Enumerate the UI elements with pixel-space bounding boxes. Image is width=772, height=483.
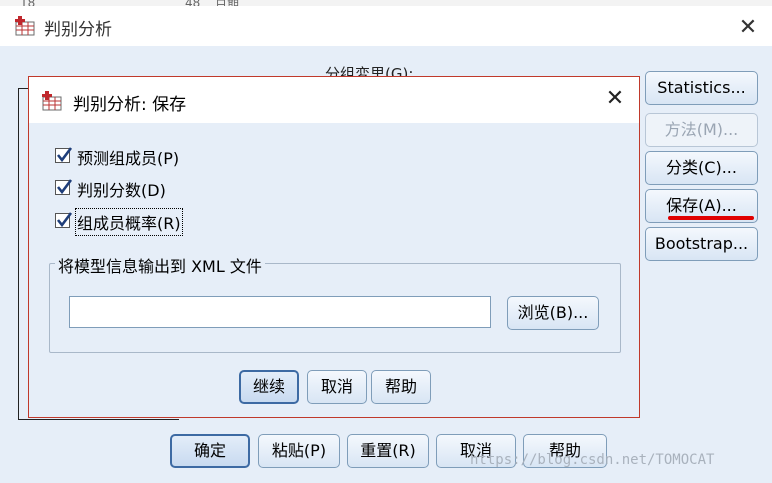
checkbox-label: 组成员概率(R) — [75, 208, 183, 236]
main-titlebar: 判别分析 ✕ — [0, 6, 772, 46]
save-dialog-title: 判别分析: 保存 — [73, 95, 187, 115]
save-dialog-titlebar: 判别分析: 保存 ✕ — [29, 77, 639, 123]
checkbox-checked-icon[interactable] — [55, 147, 73, 163]
checkbox-checked-icon[interactable] — [55, 212, 73, 228]
browse-button[interactable]: 浏览(B)... — [507, 296, 599, 330]
classify-button[interactable]: 分类(C)... — [645, 151, 758, 185]
watermark-text: https://blog.csdn.net/TOMOCAT — [470, 452, 715, 468]
bootstrap-button[interactable]: Bootstrap... — [645, 227, 758, 261]
xml-file-path-input[interactable] — [69, 296, 491, 328]
checkbox-label: 预测组成员(P) — [77, 149, 180, 168]
paste-button[interactable]: 粘贴(P) — [258, 434, 340, 468]
xml-export-group-label: 将模型信息输出到 XML 文件 — [55, 253, 265, 277]
dialog-cancel-button[interactable]: 取消 — [307, 370, 367, 404]
spss-app-icon — [15, 16, 35, 36]
dialog-close-icon[interactable]: ✕ — [603, 87, 627, 111]
main-close-icon[interactable]: ✕ — [736, 16, 760, 40]
save-dialog: 判别分析: 保存 ✕ 预测组成员(P) 判别分数(D) 组成员概率(R) 将模型… — [28, 76, 640, 418]
statistics-button[interactable]: Statistics... — [645, 71, 758, 105]
method-button[interactable]: 方法(M)... — [645, 113, 758, 147]
reset-button[interactable]: 重置(R) — [347, 434, 429, 468]
ok-button[interactable]: 确定 — [170, 434, 250, 468]
red-annotation-underline — [668, 216, 754, 220]
checkbox-label: 判别分数(D) — [77, 181, 166, 200]
dialog-help-button[interactable]: 帮助 — [371, 370, 431, 404]
main-window-title: 判别分析 — [44, 20, 112, 40]
checkbox-checked-icon[interactable] — [55, 179, 73, 195]
spss-app-icon — [42, 91, 62, 111]
continue-button[interactable]: 继续 — [239, 370, 299, 404]
